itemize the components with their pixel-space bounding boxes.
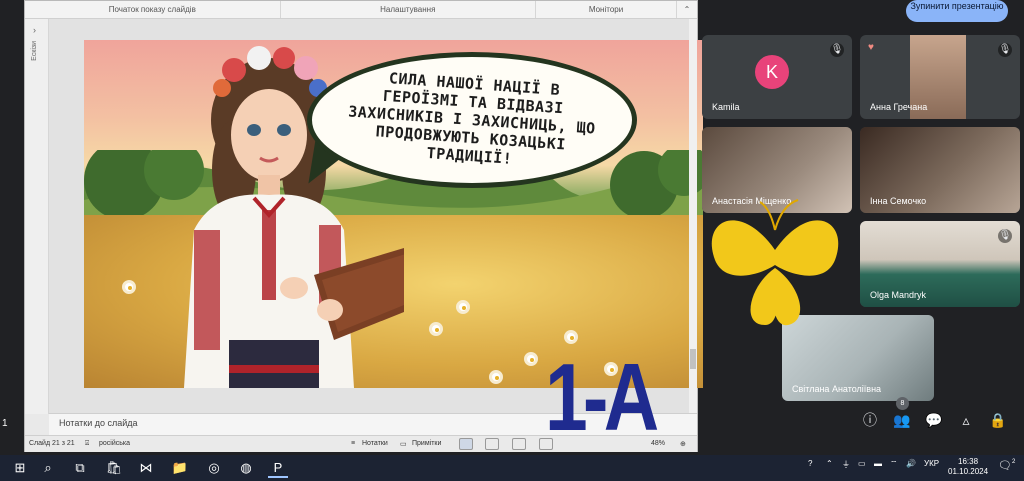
avatar: K: [755, 55, 789, 89]
expand-thumbnails-icon[interactable]: ›: [33, 25, 36, 35]
task-view-icon[interactable]: ⧉: [70, 458, 90, 478]
heart-reaction-icon: ♥: [868, 42, 874, 53]
notification-icon[interactable]: 🗨2: [998, 459, 1015, 472]
usb-icon[interactable]: ⏚: [842, 459, 850, 470]
left-edge-indicator: 1: [2, 418, 8, 429]
clock-time: 16:38: [958, 457, 979, 466]
thumbnail-pane[interactable]: › Ескізи: [25, 19, 49, 414]
notification-count: 2: [1011, 459, 1016, 465]
powerpoint-icon[interactable]: P: [268, 458, 288, 478]
participant-tile-inna[interactable]: Інна Семочко: [860, 127, 1020, 213]
comments-icon[interactable]: ▭: [400, 440, 407, 448]
thumbnail-pane-label: Ескізи: [31, 41, 38, 61]
comments-button[interactable]: Примітки: [412, 440, 441, 447]
language-indicator[interactable]: російська: [99, 440, 130, 447]
host-controls-icon[interactable]: 🔒: [988, 410, 1008, 430]
speech-bubble-text: СИЛА НАШОЇ НАЦІЇ В ГЕРОЇЗМІ ТА ВІДВАЗІ З…: [347, 69, 597, 168]
windows-taskbar: ⊞ ⌕ ⧉ 🛍 ⋈ 📁 ◎ ◍ P ? ⌃ ⏚ ▭ ▬ ⌔ 🔊 УКР 16:3…: [0, 455, 1024, 481]
ribbon-collapse-icon[interactable]: ⌃: [677, 1, 697, 18]
participant-tile-olga[interactable]: 🎙 Olga Mandryk: [860, 221, 1020, 307]
stop-presenting-button[interactable]: Зупинити презентацію: [906, 0, 1008, 22]
ribbon-start-slideshow[interactable]: Початок показу слайдів: [25, 1, 281, 18]
mic-off-icon: 🎙: [998, 43, 1012, 57]
class-label: 1-А: [545, 344, 659, 451]
battery-icon[interactable]: ▬: [874, 459, 882, 468]
chrome-icon[interactable]: ◍: [236, 458, 256, 478]
participant-name: Світлана Анатоліївна: [792, 384, 882, 394]
windows-start-icon[interactable]: ⊞: [10, 458, 30, 478]
participant-name: Kamila: [712, 102, 740, 112]
help-icon[interactable]: ?: [808, 459, 812, 468]
reading-view-button[interactable]: [512, 438, 526, 450]
notes-placeholder: Нотатки до слайда: [59, 418, 138, 428]
scrollbar-thumb[interactable]: [690, 349, 696, 369]
participant-name: Інна Семочко: [870, 196, 927, 206]
speech-bubble: СИЛА НАШОЇ НАЦІЇ В ГЕРОЇЗМІ ТА ВІДВАЗІ З…: [307, 52, 637, 188]
presenter-ribbon: Початок показу слайдів Налаштування Моні…: [25, 1, 697, 19]
chat-icon[interactable]: 💬: [924, 410, 944, 430]
wifi-icon[interactable]: ⌔: [890, 459, 898, 469]
viber-icon[interactable]: ◎: [204, 458, 224, 478]
tray-chevron-icon[interactable]: ⌃: [826, 459, 833, 468]
visual-studio-icon[interactable]: ⋈: [136, 458, 156, 478]
daisy: [564, 330, 578, 344]
normal-view-button[interactable]: [459, 438, 473, 450]
mic-off-icon: 🎙: [830, 43, 844, 57]
daisy: [489, 370, 503, 384]
people-icon[interactable]: 👥 8: [892, 397, 912, 430]
slide-counter: Слайд 21 з 21: [29, 440, 75, 447]
screen: 1 Початок показу слайдів Налаштування Мо…: [0, 0, 1024, 455]
participant-name: Olga Mandryk: [870, 290, 927, 300]
slide-sorter-button[interactable]: [485, 438, 499, 450]
slide-scrollbar[interactable]: [689, 19, 697, 413]
butterfly-sticker: [711, 199, 839, 326]
notes-toggle-button[interactable]: Нотатки: [362, 440, 388, 447]
clock[interactable]: 16:38 01.10.2024: [948, 457, 988, 477]
language-indicator[interactable]: УКР: [924, 459, 939, 468]
display-icon[interactable]: ▭: [858, 459, 866, 468]
daisy: [456, 300, 470, 314]
meeting-info-icon[interactable]: ⓘ: [860, 410, 880, 430]
slide-21[interactable]: СИЛА НАШОЇ НАЦІЇ В ГЕРОЇЗМІ ТА ВІДВАЗІ З…: [84, 40, 703, 388]
ribbon-setup[interactable]: Налаштування: [281, 1, 537, 18]
participant-tile-anna[interactable]: ♥ 🎙 Анна Гречана: [860, 35, 1020, 119]
search-icon[interactable]: ⌕: [38, 458, 58, 478]
people-count-badge: 8: [896, 397, 909, 410]
ribbon-monitors[interactable]: Монітори: [536, 1, 678, 18]
participant-tile-kamila[interactable]: K 🎙 Kamila: [702, 35, 852, 119]
daisy: [524, 352, 538, 366]
store-icon[interactable]: 🛍: [104, 458, 124, 478]
participant-name: Анна Гречана: [870, 102, 928, 112]
activities-icon[interactable]: ▵: [956, 410, 976, 430]
notes-toggle-icon[interactable]: ≡: [351, 440, 355, 447]
file-explorer-icon[interactable]: 📁: [170, 458, 190, 478]
meet-controls: ⓘ 👥 8 💬 ▵ 🔒: [860, 397, 1008, 440]
daisy: [429, 322, 443, 336]
volume-icon[interactable]: 🔊: [906, 459, 916, 468]
fit-slide-icon[interactable]: ⊕: [680, 440, 686, 448]
accessibility-icon[interactable]: ⍓: [85, 440, 89, 448]
mic-off-icon: 🎙: [998, 229, 1012, 243]
clock-date: 01.10.2024: [948, 467, 989, 476]
